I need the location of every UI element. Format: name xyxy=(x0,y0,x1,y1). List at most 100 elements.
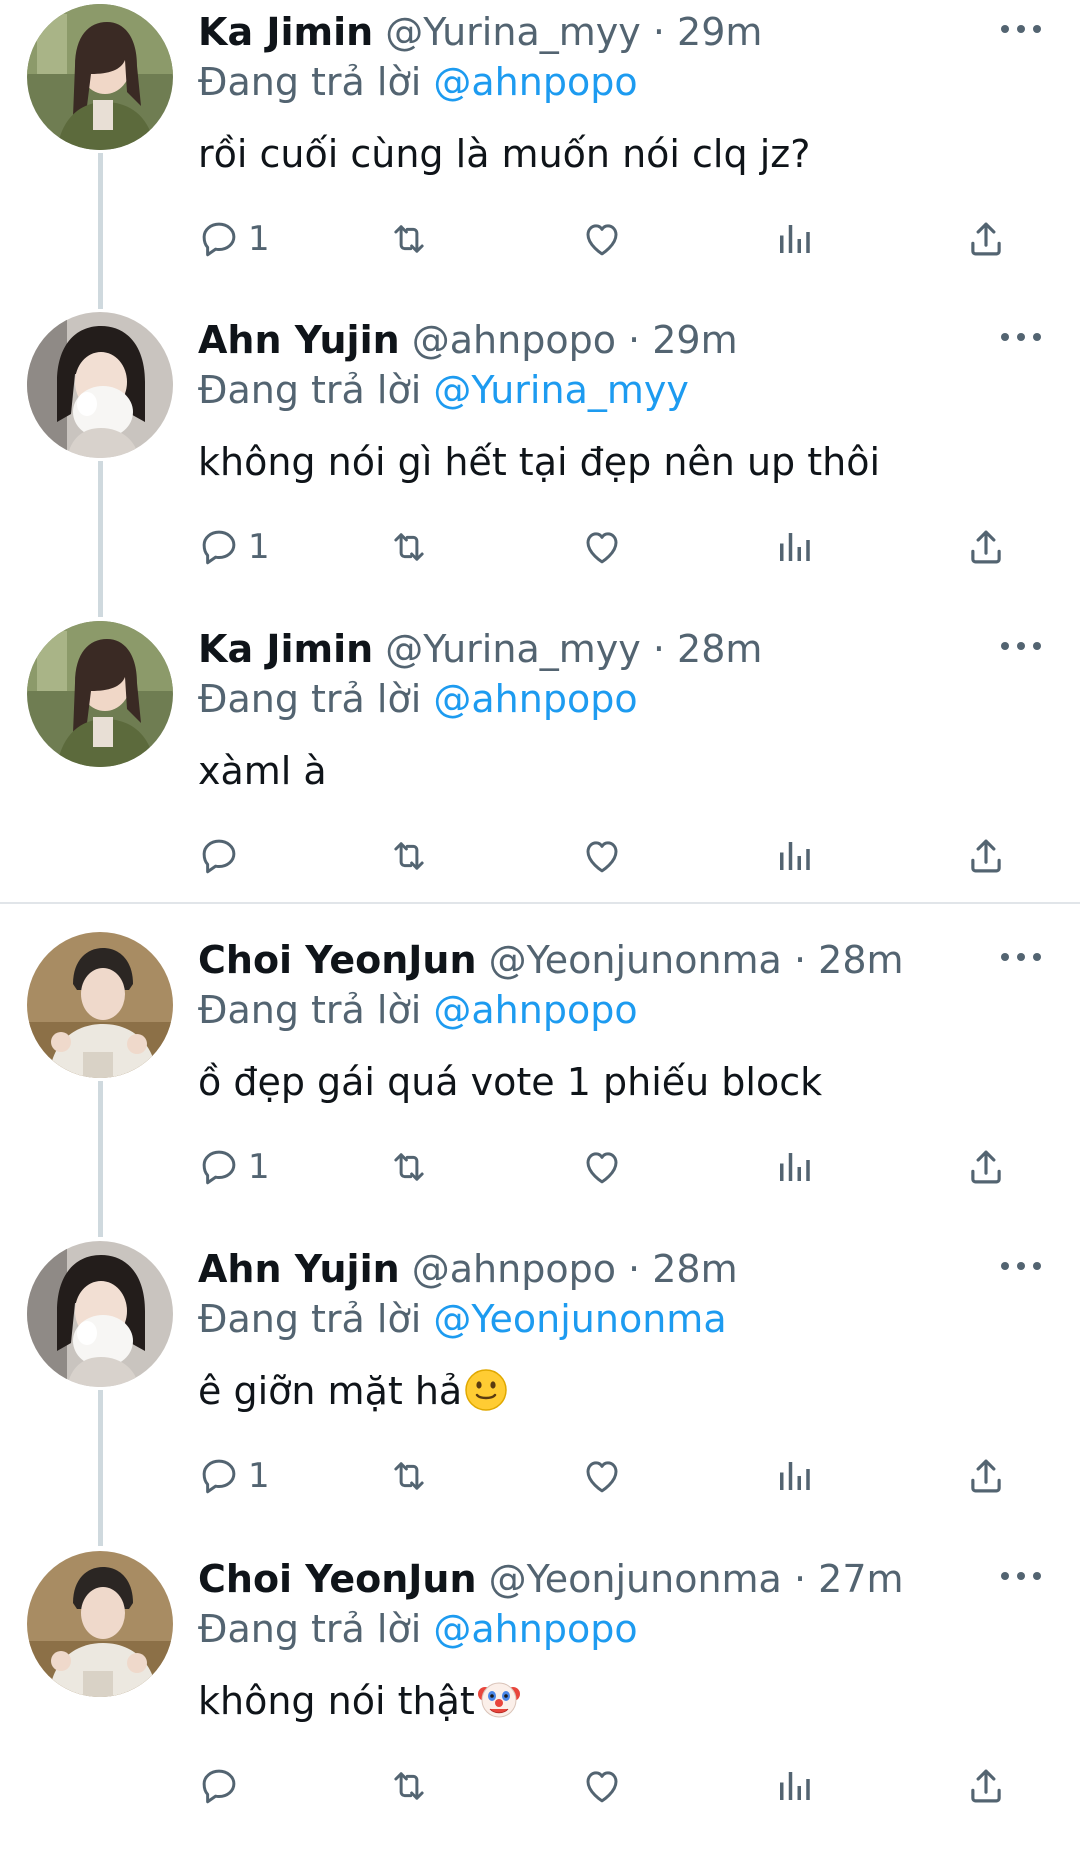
reply-button[interactable] xyxy=(198,831,248,881)
timestamp[interactable]: 28m xyxy=(818,938,903,982)
like-button[interactable] xyxy=(581,214,623,264)
mention-link[interactable]: @ahnpopo xyxy=(433,988,637,1032)
share-button[interactable] xyxy=(965,214,1007,264)
action-bar xyxy=(198,1761,1018,1811)
more-options-icon[interactable] xyxy=(1001,22,1041,36)
timestamp[interactable]: 27m xyxy=(818,1557,903,1601)
display-name[interactable]: Ka Jimin xyxy=(198,10,373,54)
tweet-5[interactable]: Ahn Yujin @ahnpopo · 28m Đang trả lời @Y… xyxy=(0,1237,1080,1546)
user-handle[interactable]: @ahnpopo xyxy=(412,1247,616,1291)
more-options-icon[interactable] xyxy=(1001,330,1041,344)
views-button[interactable] xyxy=(773,1142,815,1192)
reply-count: 1 xyxy=(248,219,270,259)
tweet-6[interactable]: Choi YeonJun @Yeonjunonma · 27m Đang trả… xyxy=(0,1547,1080,1856)
views-icon xyxy=(780,1153,810,1181)
mention-link[interactable]: @Yurina_myy xyxy=(433,368,688,412)
replying-to: Đang trả lời @Yeonjunonma xyxy=(198,1294,727,1344)
display-name[interactable]: Choi YeonJun xyxy=(198,1557,477,1601)
tweet-header: Ahn Yujin @ahnpopo · 29m xyxy=(198,315,738,365)
like-button[interactable] xyxy=(581,1451,623,1501)
mention-link[interactable]: @ahnpopo xyxy=(433,60,637,104)
heart-icon xyxy=(586,1771,618,1803)
retweet-button[interactable] xyxy=(388,1451,430,1501)
share-icon xyxy=(971,839,1001,873)
mention-link[interactable]: @ahnpopo xyxy=(433,1607,637,1651)
reply-count: 1 xyxy=(248,1456,270,1496)
more-options-icon[interactable] xyxy=(1001,1569,1041,1583)
display-name[interactable]: Ahn Yujin xyxy=(198,1247,400,1291)
tweet-header: Choi YeonJun @Yeonjunonma · 27m xyxy=(198,1554,904,1604)
timestamp[interactable]: 28m xyxy=(677,627,762,671)
timestamp[interactable]: 28m xyxy=(652,1247,737,1291)
retweet-button[interactable] xyxy=(388,1761,430,1811)
retweet-button[interactable] xyxy=(388,1142,430,1192)
display-name[interactable]: Ka Jimin xyxy=(198,627,373,671)
replying-prefix: Đang trả lời xyxy=(198,368,422,412)
views-button[interactable] xyxy=(773,214,815,264)
replying-prefix: Đang trả lời xyxy=(198,1297,422,1341)
avatar-ahn-yujin[interactable] xyxy=(27,312,173,458)
share-button[interactable] xyxy=(965,831,1007,881)
display-name[interactable]: Choi YeonJun xyxy=(198,938,477,982)
reply-icon xyxy=(202,530,236,565)
display-name[interactable]: Ahn Yujin xyxy=(198,318,400,362)
heart-icon xyxy=(586,841,618,873)
avatar-choi-yeonjun[interactable] xyxy=(27,932,173,1078)
share-button[interactable] xyxy=(965,522,1007,572)
tweet-header: Ka Jimin @Yurina_myy · 28m xyxy=(198,624,762,674)
like-button[interactable] xyxy=(581,1761,623,1811)
tweet-text: ê giỡn mặt hả xyxy=(198,1365,508,1417)
like-button[interactable] xyxy=(581,1142,623,1192)
replying-prefix: Đang trả lời xyxy=(198,60,422,104)
reply-icon xyxy=(202,839,236,874)
views-icon xyxy=(780,842,810,870)
views-button[interactable] xyxy=(773,831,815,881)
reply-icon xyxy=(202,1769,236,1804)
reply-button[interactable] xyxy=(198,1761,248,1811)
more-options-icon[interactable] xyxy=(1001,950,1041,964)
avatar-ka-jimin[interactable] xyxy=(27,621,173,767)
reply-button[interactable]: 1 xyxy=(198,214,270,264)
share-button[interactable] xyxy=(965,1451,1007,1501)
timestamp[interactable]: 29m xyxy=(677,10,762,54)
replying-to: Đang trả lời @ahnpopo xyxy=(198,1604,638,1654)
user-handle[interactable]: @ahnpopo xyxy=(412,318,616,362)
like-button[interactable] xyxy=(581,522,623,572)
reply-button[interactable]: 1 xyxy=(198,1142,270,1192)
tweet-4[interactable]: Choi YeonJun @Yeonjunonma · 28m Đang trả… xyxy=(0,928,1080,1237)
user-handle[interactable]: @Yeonjunonma xyxy=(489,1557,782,1601)
tweet-2[interactable]: Ahn Yujin @ahnpopo · 29m Đang trả lời @Y… xyxy=(0,308,1080,617)
retweet-button[interactable] xyxy=(388,831,430,881)
reply-button[interactable]: 1 xyxy=(198,1451,270,1501)
share-button[interactable] xyxy=(965,1142,1007,1192)
reply-button[interactable]: 1 xyxy=(198,522,270,572)
mention-link[interactable]: @ahnpopo xyxy=(433,677,637,721)
like-button[interactable] xyxy=(581,831,623,881)
more-options-icon[interactable] xyxy=(1001,1259,1041,1273)
tweet-3[interactable]: Ka Jimin @Yurina_myy · 28m Đang trả lời … xyxy=(0,617,1080,926)
retweet-button[interactable] xyxy=(388,522,430,572)
user-handle[interactable]: @Yeonjunonma xyxy=(489,938,782,982)
replying-prefix: Đang trả lời xyxy=(198,1607,422,1651)
action-bar: 1 xyxy=(198,214,1018,264)
action-bar: 1 xyxy=(198,1142,1018,1192)
separator: · xyxy=(652,627,665,671)
views-button[interactable] xyxy=(773,1761,815,1811)
retweet-button[interactable] xyxy=(388,214,430,264)
avatar-ka-jimin[interactable] xyxy=(27,4,173,150)
retweet-icon xyxy=(394,1462,424,1490)
more-options-icon[interactable] xyxy=(1001,639,1041,653)
user-handle[interactable]: @Yurina_myy xyxy=(385,10,640,54)
avatar-ahn-yujin[interactable] xyxy=(27,1241,173,1387)
timestamp[interactable]: 29m xyxy=(652,318,737,362)
avatar-choi-yeonjun[interactable] xyxy=(27,1551,173,1697)
views-button[interactable] xyxy=(773,1451,815,1501)
share-button[interactable] xyxy=(965,1761,1007,1811)
share-icon xyxy=(971,1150,1001,1184)
replying-to: Đang trả lời @ahnpopo xyxy=(198,674,638,724)
tweet-1[interactable]: Ka Jimin @Yurina_myy · 29m Đang trả lời … xyxy=(0,0,1080,309)
thread-line xyxy=(98,1081,103,1237)
views-button[interactable] xyxy=(773,522,815,572)
mention-link[interactable]: @Yeonjunonma xyxy=(433,1297,726,1341)
user-handle[interactable]: @Yurina_myy xyxy=(385,627,640,671)
